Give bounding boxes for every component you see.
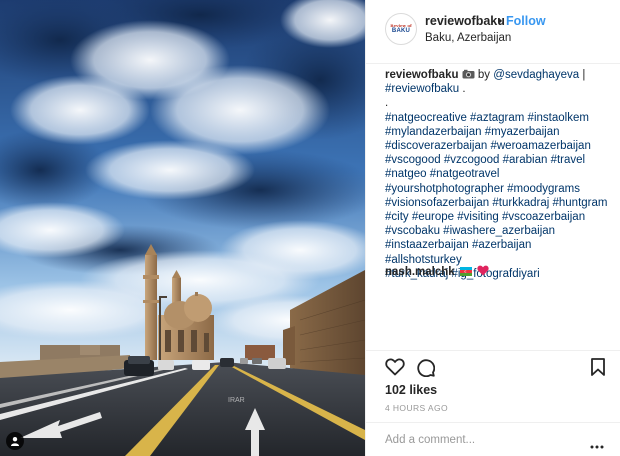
hashtag-line[interactable]: #city #europe #visiting #vscoazerbaijan: [385, 211, 585, 223]
hashtag-line[interactable]: #natgeocreative #aztagram #instaolkem: [385, 112, 589, 124]
post-caption: reviewofbaku by @sevdaghayeva | #reviewo…: [385, 68, 611, 281]
hashtag-link[interactable]: #reviewofbaku: [385, 83, 459, 95]
post-image: IRAR: [0, 0, 365, 456]
hashtag-line[interactable]: #vscobaku #iwashere_azerbaijan: [385, 225, 555, 237]
add-comment-bar: [366, 422, 620, 456]
hashtag-line[interactable]: #instaazerbaijan #azerbaijan #allshotstu…: [385, 239, 531, 265]
add-comment-input[interactable]: [385, 432, 585, 448]
avatar[interactable]: Review of BAKU: [385, 13, 417, 45]
post-details-panel: Review of BAKU reviewofbaku • Follow Bak…: [365, 0, 620, 456]
heart-icon[interactable]: [385, 358, 405, 376]
likes-count[interactable]: 102 likes: [385, 383, 437, 397]
caption-dot-line: .: [385, 97, 389, 110]
avatar-main-text: BAKU: [391, 28, 411, 34]
more-options-icon[interactable]: [590, 437, 604, 449]
comment-row: nash.malchk: [385, 265, 489, 278]
hashtag-line[interactable]: #mylandazerbaijan #myazerbaijan: [385, 126, 560, 138]
location-link[interactable]: Baku, Azerbaijan: [425, 32, 511, 44]
camera-emoji-icon: [462, 69, 475, 79]
hashtag-line[interactable]: #yourshotphotographer #moodygrams: [385, 183, 580, 195]
caption-by-text: by: [477, 69, 491, 81]
actions-divider: [366, 350, 620, 351]
bookmark-icon[interactable]: [591, 358, 605, 376]
red-heart-icon: [477, 265, 489, 276]
post-timestamp[interactable]: 4 HOURS AGO: [385, 403, 448, 413]
user-tag-icon[interactable]: [6, 432, 24, 450]
follow-button[interactable]: Follow: [506, 14, 546, 28]
post-header: Review of BAKU reviewofbaku • Follow Bak…: [366, 0, 620, 64]
caption-pipe: |: [582, 69, 586, 81]
header-separator: •: [498, 14, 503, 28]
comment-username[interactable]: nash.malchk: [385, 266, 455, 278]
caption-period: .: [462, 83, 466, 96]
svg-text:IRAR: IRAR: [228, 397, 245, 404]
caption-credit-link[interactable]: @sevdaghayeva: [493, 69, 579, 81]
speech-bubble-icon[interactable]: [416, 358, 436, 378]
hashtag-line[interactable]: #discoverazerbaijan #weroamazerbaijan: [385, 140, 591, 152]
hashtag-line[interactable]: #visionsofazerbaijan #turkkadraj #huntgr…: [385, 197, 607, 209]
hashtag-line[interactable]: #vscogood #vzcogood #arabian #travel: [385, 154, 585, 166]
caption-username[interactable]: reviewofbaku: [385, 69, 459, 81]
azerbaijan-flag-icon: [459, 267, 472, 276]
header-username[interactable]: reviewofbaku: [425, 14, 505, 28]
post-photo[interactable]: IRAR: [0, 0, 365, 456]
hashtag-line[interactable]: #natgeo #natgeotravel: [385, 168, 499, 180]
